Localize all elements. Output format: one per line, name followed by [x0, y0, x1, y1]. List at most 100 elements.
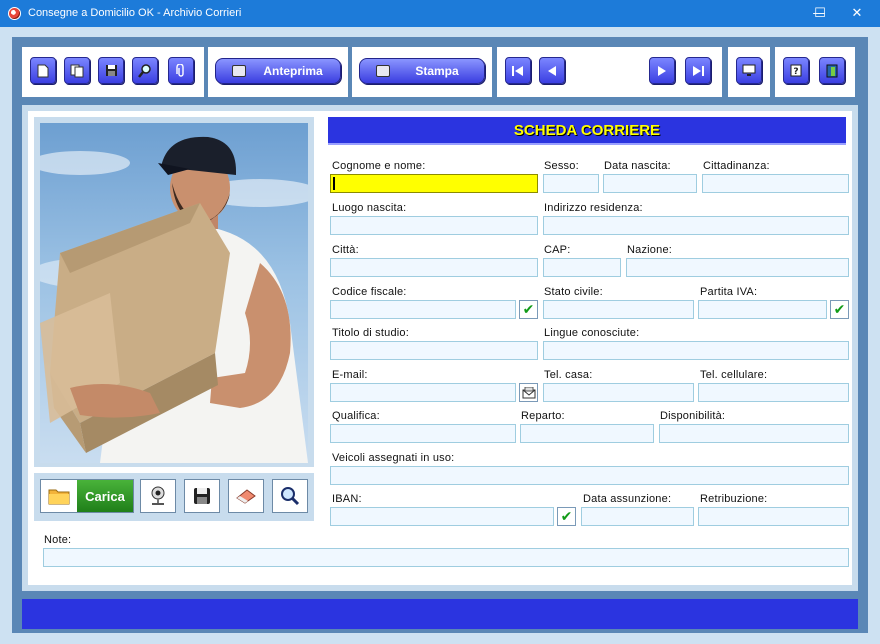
svg-text:?: ? — [793, 67, 798, 77]
iban-field[interactable] — [330, 507, 554, 526]
monitor-button[interactable] — [736, 57, 762, 84]
title-bar: Consegne a Domicilio OK - Archivio Corri… — [0, 0, 880, 27]
indirizzo-field[interactable] — [543, 216, 849, 235]
last-icon — [693, 65, 704, 76]
label-disponibilita: Disponibilità: — [660, 410, 726, 422]
webcam-icon — [151, 486, 165, 505]
close-button[interactable]: ✕ — [834, 0, 880, 27]
label-cittadinanza: Cittadinanza: — [703, 160, 770, 172]
mail-icon — [522, 386, 535, 398]
stato-civile-field[interactable] — [543, 300, 694, 319]
check-icon: ✔ — [833, 301, 846, 318]
data-assunzione-field[interactable] — [581, 507, 694, 526]
eraser-icon — [236, 489, 256, 504]
send-email-button[interactable] — [519, 383, 538, 402]
verify-iban-button[interactable]: ✔ — [557, 507, 576, 526]
reparto-field[interactable] — [520, 424, 654, 443]
printer-icon — [376, 65, 390, 77]
cognome-field[interactable] — [330, 174, 538, 193]
label-sesso: Sesso: — [544, 160, 579, 172]
exit-button[interactable] — [819, 57, 845, 84]
next-icon — [658, 65, 666, 76]
partita-iva-field[interactable] — [698, 300, 827, 319]
zoom-photo-button[interactable] — [272, 479, 308, 513]
label-data-assunzione: Data assunzione: — [583, 493, 672, 505]
qualifica-field[interactable] — [330, 424, 516, 443]
toolbar-print-group: Stampa — [352, 47, 492, 97]
load-photo-button[interactable]: Carica — [40, 479, 134, 513]
courier-illustration — [40, 136, 308, 463]
label-retribuzione: Retribuzione: — [700, 493, 768, 505]
label-qualifica: Qualifica: — [332, 410, 380, 422]
label-cap: CAP: — [544, 244, 571, 256]
save-icon — [105, 65, 117, 76]
nazione-field[interactable] — [626, 258, 849, 277]
courier-photo — [40, 123, 308, 463]
luogo-nascita-field[interactable] — [330, 216, 538, 235]
status-bar — [22, 599, 858, 629]
preview-icon — [232, 65, 246, 77]
label-reparto: Reparto: — [521, 410, 565, 422]
cittadinanza-field[interactable] — [702, 174, 849, 193]
tel-cellulare-field[interactable] — [698, 383, 849, 402]
zoom-icon — [281, 487, 300, 506]
verify-codice-fiscale-button[interactable]: ✔ — [519, 300, 538, 319]
first-icon — [512, 65, 523, 76]
last-record-button[interactable] — [685, 57, 711, 84]
save-photo-button[interactable] — [184, 479, 220, 513]
previous-record-button[interactable] — [539, 57, 565, 84]
verify-partita-iva-button[interactable]: ✔ — [830, 300, 849, 319]
label-tel-casa: Tel. casa: — [544, 369, 593, 381]
content-area: Carica SCHEDA CORRIERE Cognome e nome: S… — [22, 105, 858, 591]
citta-field[interactable] — [330, 258, 538, 277]
email-field[interactable] — [330, 383, 516, 402]
lingue-field[interactable] — [543, 341, 849, 360]
form-container: Carica SCHEDA CORRIERE Cognome e nome: S… — [28, 111, 852, 585]
previous-icon — [548, 65, 556, 76]
new-record-button[interactable] — [30, 57, 56, 84]
codice-fiscale-field[interactable] — [330, 300, 516, 319]
attach-icon — [176, 63, 184, 77]
photo-frame — [34, 117, 314, 467]
toolbar-nav-group — [497, 47, 722, 97]
save-photo-icon — [194, 488, 210, 504]
veicoli-field[interactable] — [330, 466, 849, 485]
preview-button[interactable]: Anteprima — [215, 58, 341, 84]
form-header: SCHEDA CORRIERE — [328, 117, 846, 145]
first-record-button[interactable] — [505, 57, 531, 84]
disponibilita-field[interactable] — [659, 424, 849, 443]
print-label: Stampa — [415, 64, 459, 78]
webcam-button[interactable] — [140, 479, 176, 513]
tel-casa-field[interactable] — [543, 383, 694, 402]
toolbar-help-group: ? — [775, 47, 855, 97]
titolo-studio-field[interactable] — [330, 341, 538, 360]
label-indirizzo: Indirizzo residenza: — [544, 202, 643, 214]
cap-field[interactable] — [543, 258, 621, 277]
window-frame: Anteprima Stampa ? Carica SCHEDA CORRIER… — [0, 27, 880, 644]
toolbar-file-group — [22, 47, 204, 97]
label-stato-civile: Stato civile: — [544, 286, 603, 298]
label-email: E-mail: — [332, 369, 368, 381]
label-iban: IBAN: — [332, 493, 362, 505]
retribuzione-field[interactable] — [698, 507, 849, 526]
copy-button[interactable] — [64, 57, 90, 84]
load-photo-label: Carica — [77, 480, 133, 512]
attach-button[interactable] — [168, 57, 194, 84]
save-button[interactable] — [98, 57, 124, 84]
sesso-field[interactable] — [543, 174, 599, 193]
label-tel-cellulare: Tel. cellulare: — [700, 369, 768, 381]
help-button[interactable]: ? — [783, 57, 809, 84]
note-field[interactable] — [43, 548, 849, 567]
label-nazione: Nazione: — [627, 244, 673, 256]
check-icon: ✔ — [522, 301, 535, 318]
form-title: SCHEDA CORRIERE — [513, 121, 661, 139]
label-veicoli: Veicoli assegnati in uso: — [332, 452, 455, 464]
print-button[interactable]: Stampa — [359, 58, 485, 84]
preview-label: Anteprima — [263, 64, 323, 78]
help-icon: ? — [790, 64, 802, 77]
next-record-button[interactable] — [649, 57, 675, 84]
erase-photo-button[interactable] — [228, 479, 264, 513]
search-button[interactable] — [132, 57, 158, 84]
label-citta: Città: — [332, 244, 359, 256]
data-nascita-field[interactable] — [603, 174, 697, 193]
